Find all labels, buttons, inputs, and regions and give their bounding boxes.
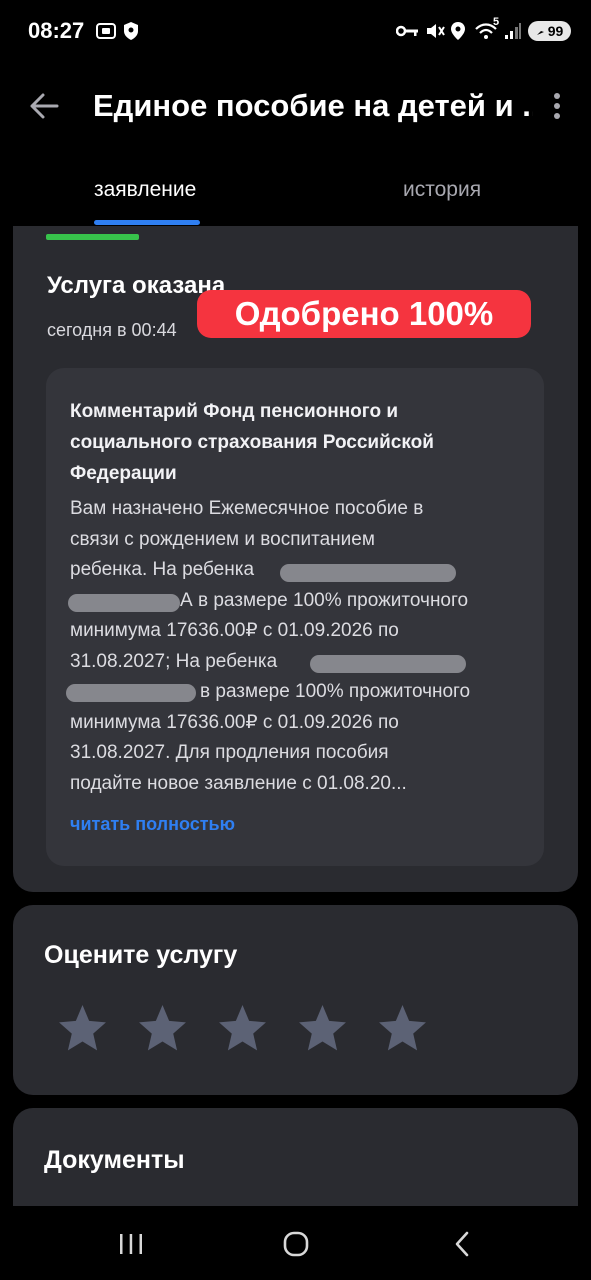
rate-title: Оцените услугу <box>44 941 238 969</box>
comment-box: Комментарий Фонд пенсионного и социально… <box>46 368 544 866</box>
star-icon[interactable] <box>137 1003 188 1054</box>
comment-line: 31.08.2027. Для продления пособия <box>70 742 389 763</box>
redaction-mark <box>68 594 180 612</box>
comment-line: связи с рождением и воспитанием <box>70 528 375 550</box>
shield-icon <box>121 20 141 42</box>
screen-record-icon <box>94 20 118 42</box>
status-timestamp: сегодня в 00:44 <box>47 320 177 340</box>
tab-application[interactable]: заявление <box>94 178 196 202</box>
system-nav-bar <box>0 1206 591 1280</box>
location-icon <box>449 20 467 42</box>
mute-icon <box>424 20 446 42</box>
redaction-mark <box>310 655 466 673</box>
redaction-mark <box>66 684 196 702</box>
status-bar: 08:27 5 99 <box>0 0 591 62</box>
recent-apps-button[interactable] <box>107 1224 155 1264</box>
active-tab-indicator <box>94 220 200 225</box>
comment-line: минимума 17636.00₽ с 01.09.2026 по <box>70 711 399 733</box>
more-options-button[interactable] <box>540 84 574 128</box>
documents-title: Документы <box>44 1146 185 1174</box>
back-nav-icon <box>455 1231 469 1257</box>
app-header: Единое пособие на детей и ... <box>0 62 591 148</box>
back-button[interactable] <box>22 84 66 128</box>
comment-body: Вам назначено Ежемесячное пособие в связ… <box>70 494 532 799</box>
battery-level: 99 <box>547 23 564 39</box>
tab-bar: заявление история <box>0 160 591 226</box>
comment-line: Вам назначено Ежемесячное пособие в <box>70 498 424 519</box>
page-title: Единое пособие на детей и ... <box>93 88 533 123</box>
recent-apps-icon <box>120 1234 142 1254</box>
rate-service-card: Оцените услугу <box>13 905 578 1095</box>
home-button[interactable] <box>272 1224 320 1264</box>
service-status-card: Услуга оказана сегодня в 00:44 Одобрено … <box>13 226 578 892</box>
more-vertical-icon <box>554 93 560 119</box>
star-icon[interactable] <box>297 1003 348 1054</box>
arrow-left-icon <box>30 93 59 119</box>
redaction-mark <box>280 564 456 582</box>
comment-line: минимума 17636.00₽ с 01.09.2026 по <box>70 620 399 641</box>
status-time: 08:27 <box>28 18 85 43</box>
star-icon[interactable] <box>377 1003 428 1054</box>
back-nav-button[interactable] <box>438 1224 486 1264</box>
status-progress-bar <box>46 234 139 240</box>
battery-icon: 99 <box>528 21 571 41</box>
comment-line: подайте новое заявление с 01.08.20... <box>70 772 407 794</box>
star-icon[interactable] <box>57 1003 108 1054</box>
wifi-icon: 5 <box>474 16 500 42</box>
home-icon <box>283 1231 309 1257</box>
star-icon[interactable] <box>217 1003 268 1054</box>
signal-icon <box>503 20 523 42</box>
key-icon <box>396 20 420 42</box>
screen: 08:27 5 99 Единое пособие на детей и ...… <box>0 0 591 1280</box>
approved-badge: Одобрено 100% <box>197 290 531 338</box>
network-type-label: 5 <box>493 16 500 28</box>
read-more-link[interactable]: читать полностью <box>70 814 235 835</box>
star-rating <box>57 1003 428 1055</box>
tab-history[interactable]: история <box>403 178 481 202</box>
comment-title: Комментарий Фонд пенсионного и социально… <box>70 401 434 484</box>
